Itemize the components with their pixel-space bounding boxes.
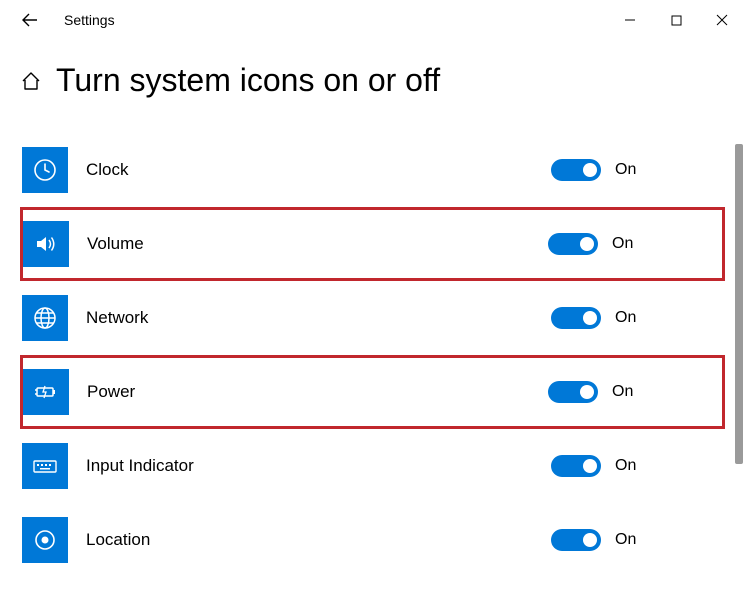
toggle-volume[interactable]	[548, 233, 598, 255]
page-header: Turn system icons on or off	[20, 62, 725, 99]
item-label: Input Indicator	[86, 456, 194, 476]
back-button[interactable]	[8, 0, 52, 40]
setting-row-volume: Volume On	[20, 207, 725, 281]
window-controls	[607, 0, 745, 40]
item-label: Location	[86, 530, 150, 550]
toggle-network[interactable]	[551, 307, 601, 329]
list-item: Clock On	[20, 137, 725, 203]
maximize-icon	[671, 15, 682, 26]
content-area: Turn system icons on or off ClockOnVolum…	[0, 40, 745, 577]
toggle-area: On	[548, 381, 642, 403]
toggle-state-label: On	[615, 531, 645, 549]
item-label: Network	[86, 308, 148, 328]
close-icon	[716, 14, 728, 26]
toggle-location[interactable]	[551, 529, 601, 551]
input-indicator-icon	[22, 443, 68, 489]
setting-row-clock: Clock On	[20, 133, 725, 207]
minimize-icon	[624, 14, 636, 26]
settings-list: ClockOnVolumeOnNetworkOnPowerOnInput Ind…	[20, 133, 725, 577]
item-label: Volume	[87, 234, 144, 254]
toggle-power[interactable]	[548, 381, 598, 403]
close-button[interactable]	[699, 0, 745, 40]
toggle-area: On	[551, 455, 645, 477]
home-icon	[20, 70, 42, 92]
list-item: Location On	[20, 507, 725, 573]
list-item: Network On	[20, 285, 725, 351]
page-title: Turn system icons on or off	[56, 62, 440, 99]
network-icon	[22, 295, 68, 341]
toggle-clock[interactable]	[551, 159, 601, 181]
setting-row-power: Power On	[20, 355, 725, 429]
volume-icon	[23, 221, 69, 267]
scrollbar-thumb[interactable]	[735, 144, 743, 464]
titlebar: Settings	[0, 0, 745, 40]
toggle-state-label: On	[612, 235, 642, 253]
setting-row-input-indicator: Input Indicator On	[20, 429, 725, 503]
toggle-area: On	[548, 233, 642, 255]
toggle-input-indicator[interactable]	[551, 455, 601, 477]
list-item: Input Indicator On	[20, 433, 725, 499]
location-icon	[22, 517, 68, 563]
power-icon	[23, 369, 69, 415]
toggle-state-label: On	[615, 309, 645, 327]
toggle-state-label: On	[615, 161, 645, 179]
toggle-state-label: On	[615, 457, 645, 475]
setting-row-network: Network On	[20, 281, 725, 355]
toggle-area: On	[551, 529, 645, 551]
maximize-button[interactable]	[653, 0, 699, 40]
list-item: Volume On	[23, 211, 722, 277]
arrow-left-icon	[21, 11, 39, 29]
item-label: Power	[87, 382, 135, 402]
clock-icon	[22, 147, 68, 193]
toggle-state-label: On	[612, 383, 642, 401]
setting-row-location: Location On	[20, 503, 725, 577]
toggle-area: On	[551, 159, 645, 181]
window-title: Settings	[64, 12, 115, 28]
list-item: Power On	[23, 359, 722, 425]
minimize-button[interactable]	[607, 0, 653, 40]
item-label: Clock	[86, 160, 129, 180]
toggle-area: On	[551, 307, 645, 329]
